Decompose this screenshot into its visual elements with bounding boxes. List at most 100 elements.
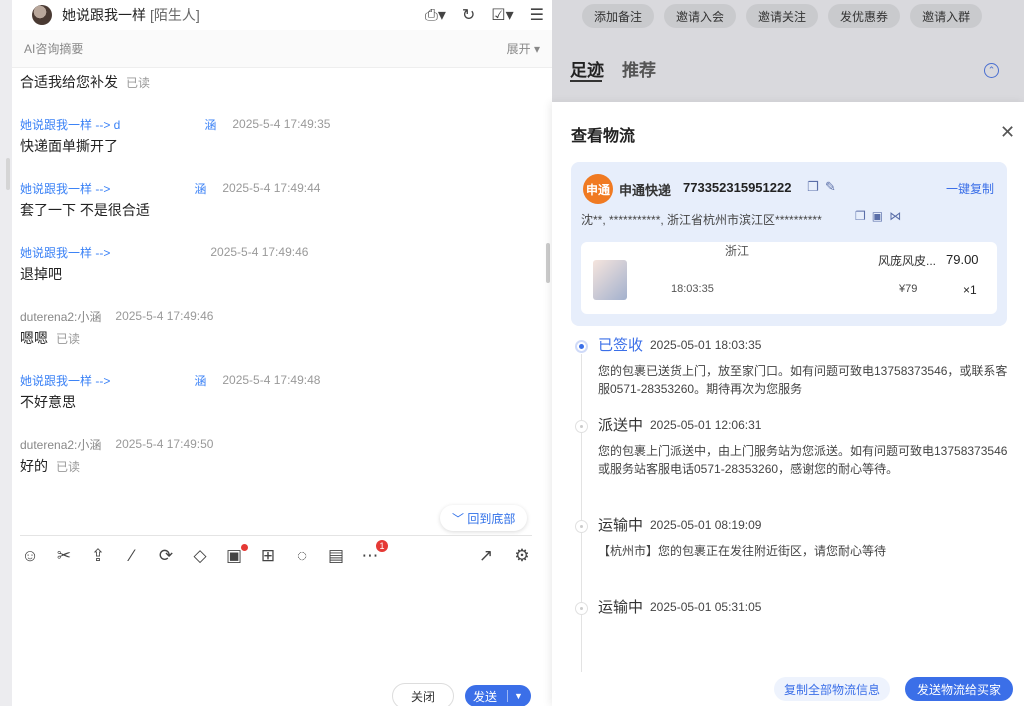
emoji-icon[interactable]: ☺ — [20, 546, 40, 566]
add-item-icon[interactable]: ⊞ — [258, 546, 278, 566]
timeline-dot — [575, 420, 588, 433]
sender-name: 她说跟我一样 --> — [20, 181, 111, 196]
message-text: 好的 已读 — [20, 458, 81, 474]
copy-icon[interactable]: ❐ — [807, 179, 819, 195]
action-tag-row: 添加备注 邀请入会 邀请关注 发优惠券 邀请入群 — [582, 4, 983, 28]
collapse-up-icon[interactable]: ⌃ — [984, 63, 999, 78]
chat-title: 她说跟我一样 [陌生人] — [62, 5, 200, 25]
message-time: 2025-5-4 17:49:46 — [210, 245, 309, 259]
order-icon[interactable]: ▣ — [224, 544, 248, 566]
action-tag[interactable]: 发优惠券 — [828, 4, 901, 28]
profile-card-icon[interactable]: ▤ — [326, 546, 346, 566]
avatar[interactable] — [32, 5, 52, 25]
expand-button[interactable]: 展开 ▾ — [507, 40, 540, 57]
back-to-bottom-button[interactable]: ﹀ 回到底部 — [440, 505, 528, 531]
send-logistics-button[interactable]: 发送物流给买家 — [905, 677, 1014, 701]
event-status: 运输中 — [598, 517, 644, 534]
event-description: 【杭州市】您的包裹正在发往附近街区，请您耐心等待 — [598, 544, 887, 558]
ai-summary-bar: AI咨询摘要 展开 ▾ — [12, 30, 552, 68]
copy-one-button[interactable]: 一键复制 — [946, 180, 994, 197]
contact-name: 她说跟我一样 — [62, 7, 146, 23]
more-icon[interactable]: ⋯ 1 — [360, 540, 388, 566]
action-tag[interactable]: 邀请入会 — [664, 4, 737, 28]
item-thumbnail — [593, 260, 627, 300]
package-card: 申通 申通快递 773352315951222 ❐ ✎ 一键复制 沈**, **… — [571, 162, 1007, 326]
drawer-footer: 复制全部物流信息 发送物流给买家 — [552, 672, 1024, 706]
message-text: 快递面单撕开了 — [20, 138, 118, 154]
sender-suffix: 涵 — [194, 373, 207, 388]
timeline-dot — [575, 602, 588, 615]
share-icon[interactable]: ↗ — [476, 546, 496, 566]
event-time: 2025-05-01 18:03:35 — [650, 338, 762, 352]
sender-suffix: 涵 — [194, 181, 207, 196]
chat-scrollbar[interactable] — [546, 243, 550, 283]
refresh-icon[interactable]: ↻ — [462, 5, 475, 25]
chevron-down-icon: ▼ — [514, 691, 523, 701]
action-tag[interactable]: 添加备注 — [582, 4, 655, 28]
sender-suffix: 涵 — [204, 117, 217, 132]
timeline-dot — [575, 340, 588, 353]
transfer-icon[interactable]: ⟳ — [156, 546, 176, 566]
courier-name: 申通快递 — [619, 183, 672, 198]
coupon-icon[interactable]: ◇ — [190, 546, 210, 566]
item-time: 18:03:35 — [671, 283, 714, 295]
close-button[interactable]: 关闭 — [392, 683, 454, 706]
logistics-drawer: 查看物流 ✕ 申通 申通快递 773352315951222 ❐ ✎ 一键复制 … — [552, 102, 1024, 706]
close-icon[interactable]: ✕ — [1000, 122, 1015, 143]
tab-recommend[interactable]: 推荐 — [622, 56, 656, 81]
message-time: 2025-5-4 17:49:46 — [115, 309, 214, 323]
send-button[interactable]: 发送 ▼ — [465, 685, 531, 706]
chevron-down-icon: ﹀ — [452, 511, 468, 526]
tracking-number: 773352315951222 — [683, 180, 792, 195]
chat-header: 她说跟我一样 [陌生人] ⎙▾ ↻ ☑▾ ☰ — [12, 0, 552, 30]
check-task-icon[interactable]: ☑▾ — [491, 5, 513, 25]
item-name: 风庞风皮... — [878, 254, 937, 268]
message-meta: 她说跟我一样 --> d 涵 2025-5-4 17:49:35 — [20, 114, 520, 134]
ai-summary-label: AI咨询摘要 — [24, 42, 84, 56]
action-tag[interactable]: 邀请关注 — [746, 4, 819, 28]
upload-icon[interactable]: ⇪ — [88, 546, 108, 566]
event-status: 已签收 — [598, 337, 644, 354]
message-text: 退掉吧 — [20, 266, 62, 282]
message-time: 2025-5-4 17:49:35 — [232, 117, 331, 131]
item-price: 79.00 — [946, 252, 979, 267]
copy-all-logistics-button[interactable]: 复制全部物流信息 — [774, 677, 891, 701]
event-status: 运输中 — [598, 599, 644, 616]
quick-reply-icon[interactable]: ⁄ — [122, 546, 142, 566]
message-meta: 她说跟我一样 --> 2025-5-4 17:49:46 — [20, 242, 520, 262]
event-status: 派送中 — [598, 417, 644, 434]
event-time: 2025-05-01 12:06:31 — [650, 418, 762, 432]
settings-icon[interactable]: ⚙ — [512, 546, 532, 566]
menu-icon[interactable]: ☰ — [530, 5, 544, 25]
scissors-icon[interactable]: ✂ — [54, 546, 74, 566]
edit-icon[interactable]: ✎ — [825, 179, 836, 195]
list-scrollbar[interactable] — [6, 158, 10, 190]
input-divider — [20, 535, 532, 536]
event-description: 您的包裹已送货上门，放至家门口。如有问题可致电13758373546，或联系客服… — [598, 364, 1008, 396]
event-time: 2025-05-01 05:31:05 — [650, 600, 762, 614]
drawer-title: 查看物流 — [571, 128, 636, 145]
message-meta: duterena2:小涵 2025-5-4 17:49:46 — [20, 306, 520, 326]
read-status: 已读 — [56, 331, 81, 346]
video-call-icon[interactable]: ⎙▾ — [425, 5, 446, 25]
tab-indicator — [570, 80, 602, 82]
address-text: 沈**, ***********, 浙江省杭州市滨江区********** — [581, 213, 822, 227]
sender-name: 她说跟我一样 --> — [20, 245, 111, 260]
message-meta: 她说跟我一样 --> 涵 2025-5-4 17:49:48 — [20, 370, 520, 390]
message-time: 2025-5-4 17:49:44 — [222, 181, 321, 195]
tab-footprint[interactable]: 足迹 — [570, 56, 604, 81]
message-text: 不好意思 — [20, 394, 76, 410]
item-card[interactable]: 浙江 风庞风皮... 79.00 18:03:35 ¥79 ×1 — [581, 242, 997, 314]
message-time: 2025-5-4 17:49:48 — [222, 373, 321, 387]
item-quantity: ×1 — [963, 283, 977, 297]
item-unit-price: ¥79 — [899, 283, 918, 295]
item-region: 浙江 — [725, 244, 750, 258]
evaluation-icon[interactable]: ◌ — [292, 546, 312, 566]
event-description: 您的包裹上门派送中，由上门服务站为您派送。如有问题可致电13758373546或… — [598, 444, 1008, 476]
action-tag[interactable]: 邀请入群 — [910, 4, 983, 28]
input-toolbar: ☺ ✂ ⇪ ⁄ ⟳ ◇ ▣ ⊞ ◌ ▤ ⋯ 1 ↗ ⚙ — [20, 540, 532, 569]
address-action-icons[interactable]: ❐▣⋈ — [855, 209, 907, 223]
panel-tabs: 足迹 推荐 — [570, 56, 656, 81]
courier-logo: 申通 — [583, 174, 613, 204]
sender-name: 她说跟我一样 --> — [20, 373, 111, 388]
